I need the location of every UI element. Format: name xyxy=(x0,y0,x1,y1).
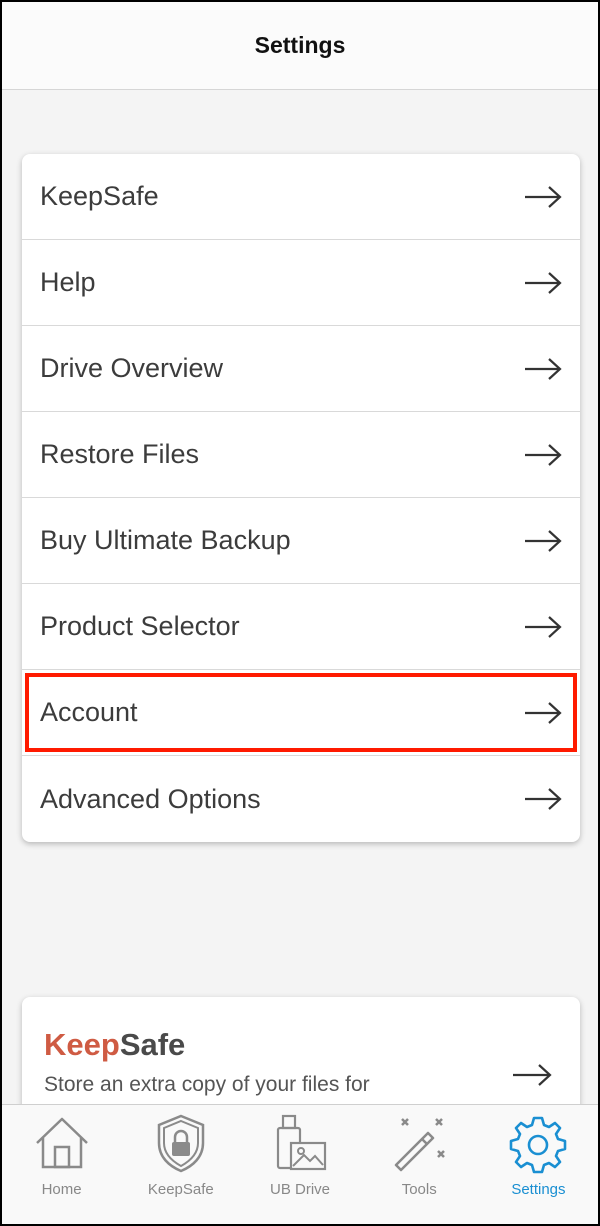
tab-home[interactable]: Home xyxy=(2,1105,121,1224)
tab-label: Tools xyxy=(401,1181,437,1198)
promo-title: KeepSafe xyxy=(44,1027,185,1063)
tab-label: KeepSafe xyxy=(147,1181,214,1198)
menu-item-label: Buy Ultimate Backup xyxy=(40,525,291,555)
arrow-right-icon xyxy=(513,1064,552,1086)
promo-description: Store an extra copy of your files for xyxy=(44,1073,370,1096)
tab-label: Home xyxy=(41,1181,82,1198)
arrow-right-icon xyxy=(525,185,562,208)
arrow-right-icon xyxy=(525,615,562,638)
tab-tools[interactable]: Tools xyxy=(360,1105,479,1224)
menu-item-product-selector[interactable]: Product Selector xyxy=(22,584,580,670)
settings-menu: KeepSafe Help Drive Overview Restore Fil… xyxy=(22,154,580,842)
app-screen: Settings KeepSafe Help Drive Overview Re… xyxy=(0,0,600,1226)
menu-item-restore-files[interactable]: Restore Files xyxy=(22,412,580,498)
tab-label: Settings xyxy=(511,1181,566,1198)
menu-item-help[interactable]: Help xyxy=(22,240,580,326)
magic-wand-icon xyxy=(394,1118,446,1172)
arrow-right-icon xyxy=(525,701,562,724)
menu-item-drive-overview[interactable]: Drive Overview xyxy=(22,326,580,412)
menu-item-label: KeepSafe xyxy=(40,181,159,211)
arrow-right-icon xyxy=(525,788,562,810)
drive-icon xyxy=(276,1114,327,1171)
menu-item-label: Help xyxy=(40,267,96,297)
arrow-right-icon xyxy=(525,529,562,552)
arrow-right-icon xyxy=(525,443,562,466)
menu-item-advanced-options[interactable]: Advanced Options xyxy=(22,756,580,842)
tab-settings[interactable]: Settings xyxy=(479,1105,598,1224)
gear-icon xyxy=(510,1116,567,1174)
menu-item-label: Account xyxy=(40,697,138,727)
nav-header: Settings xyxy=(2,2,598,90)
menu-item-account[interactable]: Account xyxy=(22,670,580,756)
menu-item-label: Drive Overview xyxy=(40,353,224,383)
arrow-right-icon xyxy=(525,271,562,294)
menu-item-label: Product Selector xyxy=(40,611,240,641)
menu-item-label: Restore Files xyxy=(40,439,200,469)
promo-title-keep: Keep xyxy=(44,1027,120,1062)
page-title: Settings xyxy=(254,32,346,58)
tab-label: UB Drive xyxy=(270,1181,331,1198)
promo-title-safe: Safe xyxy=(119,1027,186,1062)
tab-keepsafe[interactable]: KeepSafe xyxy=(121,1105,240,1224)
menu-item-label: Advanced Options xyxy=(40,783,261,814)
tab-ub-drive[interactable]: UB Drive xyxy=(240,1105,359,1224)
shield-lock-icon xyxy=(157,1114,205,1173)
arrow-right-icon xyxy=(525,357,562,380)
tab-bar: Home KeepSafe UB Drive Tools Settings xyxy=(2,1104,598,1224)
home-icon xyxy=(35,1117,88,1169)
menu-item-keepsafe[interactable]: KeepSafe xyxy=(22,154,580,240)
menu-item-buy-ultimate-backup[interactable]: Buy Ultimate Backup xyxy=(22,498,580,584)
